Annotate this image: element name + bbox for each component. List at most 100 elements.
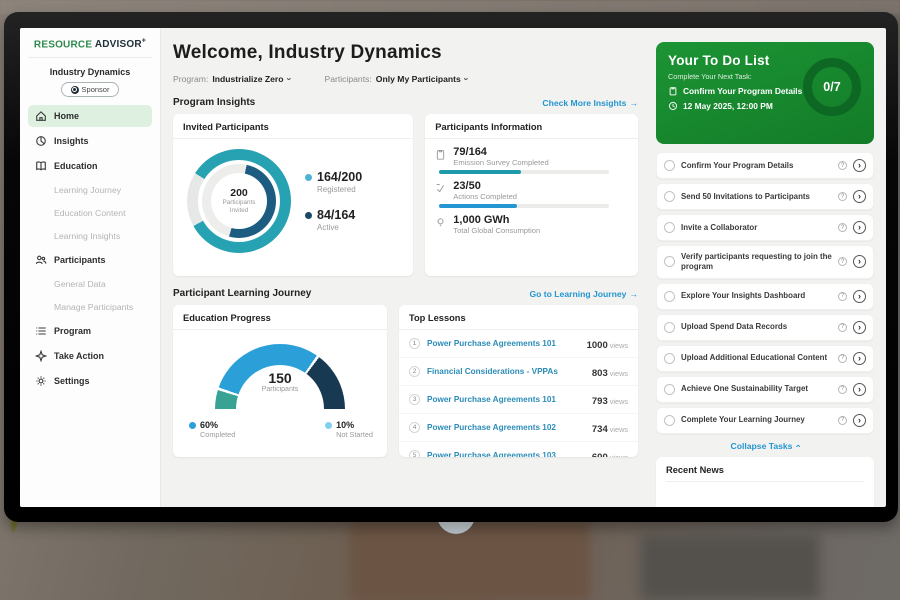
rank-badge: 3: [409, 394, 420, 405]
task-checkbox[interactable]: [664, 222, 675, 233]
chevron-right-icon[interactable]: ›: [853, 352, 866, 365]
task-checkbox[interactable]: [664, 353, 675, 364]
rank-badge: 4: [409, 422, 420, 433]
actions-progress-bar: [439, 204, 609, 208]
clipboard-icon: [668, 86, 678, 96]
participants-information-card: Participants Information 79/164 Emission…: [425, 114, 638, 276]
lesson-link[interactable]: Power Purchase Agreements 101: [427, 395, 585, 404]
sponsor-badge[interactable]: Sponsor: [61, 82, 119, 97]
task-row[interactable]: Complete Your Learning Journey?›: [656, 407, 874, 434]
lesson-link[interactable]: Power Purchase Agreements 102: [427, 423, 585, 432]
help-icon[interactable]: ?: [838, 292, 847, 301]
task-checkbox[interactable]: [664, 322, 675, 333]
sidebar-item-learning-insights[interactable]: Learning Insights: [28, 226, 152, 246]
gauge-center-label: Participants: [215, 386, 345, 393]
sidebar-item-learning-journey[interactable]: Learning Journey: [28, 180, 152, 200]
dashboard-screen: RESOURCE ADVISOR+ Industry Dynamics Spon…: [20, 28, 886, 507]
task-row[interactable]: Verify participants requesting to join t…: [656, 245, 874, 279]
sidebar-item-settings[interactable]: Settings: [28, 370, 152, 392]
emission-progress-bar: [439, 170, 609, 174]
lesson-link[interactable]: Power Purchase Agreements 101: [427, 339, 580, 348]
home-icon: [35, 110, 47, 122]
sidebar-item-take-action[interactable]: Take Action: [28, 345, 152, 367]
sidebar-item-home[interactable]: Home: [28, 105, 152, 127]
collapse-tasks-link[interactable]: Collapse Tasks›: [656, 441, 874, 451]
task-checkbox[interactable]: [664, 191, 675, 202]
chevron-right-icon[interactable]: ›: [853, 414, 866, 427]
check-more-insights-link[interactable]: Check More Insights→: [542, 98, 638, 108]
main-content: Welcome, Industry Dynamics Program:Indus…: [161, 28, 650, 507]
program-icon: [35, 325, 47, 337]
task-list: Confirm Your Program Details?› Send 50 I…: [656, 152, 874, 434]
legend-registered: 164/200 Registered: [305, 170, 362, 194]
todo-panel: Your To Do List Complete Your Next Task:…: [650, 28, 886, 507]
help-icon[interactable]: ?: [838, 161, 847, 170]
sidebar-item-education[interactable]: Education: [28, 155, 152, 177]
help-icon[interactable]: ?: [838, 192, 847, 201]
chevron-right-icon[interactable]: ›: [853, 255, 866, 268]
task-checkbox[interactable]: [664, 256, 675, 267]
chevron-down-icon: ›: [461, 78, 471, 81]
lesson-link[interactable]: Power Purchase Agreements 103: [427, 451, 585, 457]
logo-advisor: ADVISOR+: [95, 39, 146, 50]
go-to-learning-journey-link[interactable]: Go to Learning Journey→: [529, 289, 638, 299]
participants-select[interactable]: Participants:Only My Participants›: [325, 74, 468, 84]
invited-participants-card: Invited Participants 200 Participants In…: [173, 114, 413, 276]
arrow-right-icon: →: [629, 289, 638, 299]
legend-active: 84/164 Active: [305, 208, 362, 232]
active-dot-icon: [305, 212, 312, 219]
sidebar-item-participants[interactable]: Participants: [28, 249, 152, 271]
chevron-right-icon[interactable]: ›: [853, 383, 866, 396]
program-select[interactable]: Program:Industrialize Zero›: [173, 74, 291, 84]
consumption-row: 1,000 GWh Total Global Consumption: [435, 214, 626, 238]
sidebar-item-general-data[interactable]: General Data: [28, 274, 152, 294]
help-icon[interactable]: ?: [838, 257, 847, 266]
logo-resource: RESOURCE: [34, 39, 92, 50]
task-row[interactable]: Send 50 Invitations to Participants?›: [656, 183, 874, 210]
task-row[interactable]: Invite a Collaborator?›: [656, 214, 874, 241]
page-title: Welcome, Industry Dynamics: [173, 42, 638, 64]
sidebar-item-insights[interactable]: Insights: [28, 130, 152, 152]
sidebar-item-program[interactable]: Program: [28, 320, 152, 342]
participants-icon: [35, 254, 47, 266]
help-icon[interactable]: ?: [838, 385, 847, 394]
help-icon[interactable]: ?: [838, 223, 847, 232]
lesson-link[interactable]: Financial Considerations - VPPAs: [427, 367, 585, 376]
chevron-right-icon[interactable]: ›: [853, 159, 866, 172]
insights-icon: [35, 135, 47, 147]
task-row[interactable]: Upload Spend Data Records?›: [656, 314, 874, 341]
task-row[interactable]: Explore Your Insights Dashboard?›: [656, 283, 874, 310]
app-logo: RESOURCE ADVISOR+: [28, 38, 152, 58]
sidebar-item-manage-participants[interactable]: Manage Participants: [28, 297, 152, 317]
completed-dot-icon: [189, 422, 196, 429]
lesson-row: 1 Power Purchase Agreements 101 1000view…: [399, 330, 638, 358]
monitor-bezel: RESOURCE ADVISOR+ Industry Dynamics Spon…: [4, 12, 898, 522]
education-progress-card: Education Progress 150 Participants 60% …: [173, 305, 387, 457]
help-icon[interactable]: ?: [838, 323, 847, 332]
task-checkbox[interactable]: [664, 415, 675, 426]
lessons-list: 1 Power Purchase Agreements 101 1000view…: [399, 330, 638, 457]
chevron-right-icon[interactable]: ›: [853, 290, 866, 303]
task-row[interactable]: Achieve One Sustainability Target?›: [656, 376, 874, 403]
help-icon[interactable]: ?: [838, 416, 847, 425]
arrow-right-icon: →: [629, 98, 638, 108]
task-checkbox[interactable]: [664, 384, 675, 395]
help-icon[interactable]: ?: [838, 354, 847, 363]
learning-journey-title: Participant Learning Journey: [173, 288, 311, 299]
lesson-row: 5 Power Purchase Agreements 103 600views: [399, 442, 638, 457]
gauge-center-value: 150: [215, 370, 345, 386]
task-checkbox[interactable]: [664, 291, 675, 302]
clock-icon: [668, 101, 678, 111]
todo-summary-card: Your To Do List Complete Your Next Task:…: [656, 42, 874, 144]
registered-dot-icon: [305, 174, 312, 181]
chevron-right-icon[interactable]: ›: [853, 190, 866, 203]
recent-news-card: Recent News: [656, 457, 874, 507]
task-row[interactable]: Confirm Your Program Details?›: [656, 152, 874, 179]
task-row[interactable]: Upload Additional Educational Content?›: [656, 345, 874, 372]
sidebar-nav: Home Insights Education Learning Journey…: [28, 105, 152, 392]
chevron-right-icon[interactable]: ›: [853, 321, 866, 334]
task-checkbox[interactable]: [664, 160, 675, 171]
chevron-right-icon[interactable]: ›: [853, 221, 866, 234]
sidebar-item-education-content[interactable]: Education Content: [28, 203, 152, 223]
lesson-row: 3 Power Purchase Agreements 101 793views: [399, 386, 638, 414]
